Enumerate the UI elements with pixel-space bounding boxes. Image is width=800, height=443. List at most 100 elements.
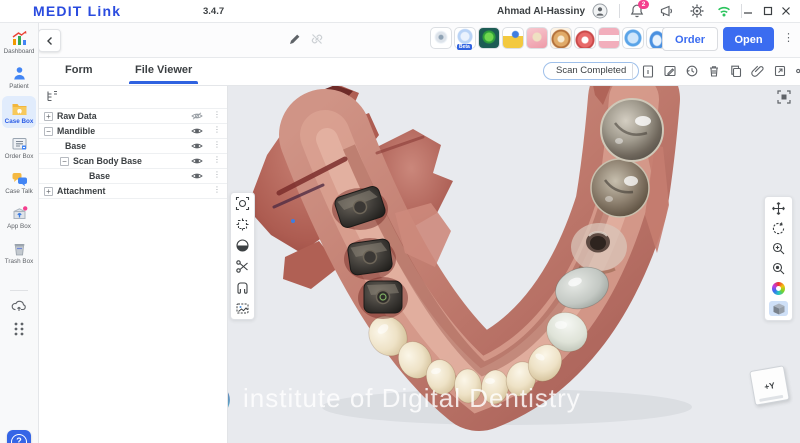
visibility-on-icon[interactable] (191, 172, 203, 180)
tree-item-mandible[interactable]: − Mandible ⋮ (38, 124, 227, 139)
visibility-on-icon[interactable] (191, 127, 203, 135)
lab-tools-app-icon[interactable] (502, 27, 524, 49)
sidebar-item-order-box[interactable]: Order Box (2, 131, 36, 163)
share-icon[interactable] (795, 64, 800, 78)
sidebar-item-dashboard[interactable]: Dashboard (2, 26, 36, 58)
notifications-bell-icon[interactable]: 2 (629, 0, 649, 19)
user-name: Ahmad Al-Hassiny (497, 6, 585, 17)
ortho-app-icon[interactable] (598, 27, 620, 49)
rotate-orbit-icon[interactable] (769, 221, 788, 236)
mandible-scan-model[interactable] (227, 85, 800, 443)
more-options-icon[interactable]: ⋮ (213, 125, 221, 134)
measure-caliper-icon[interactable] (233, 280, 252, 295)
toolbar-more-options-icon[interactable]: ⋮ (783, 31, 794, 44)
visibility-on-icon[interactable] (191, 142, 203, 150)
expand-toggle[interactable]: + (44, 111, 53, 121)
close-button[interactable] (780, 5, 796, 21)
more-options-icon[interactable]: ⋮ (213, 140, 221, 149)
trim-scissors-icon[interactable] (233, 259, 252, 274)
collapse-toggle[interactable]: − (44, 126, 53, 136)
expand-toggle[interactable]: + (44, 186, 53, 196)
duplicate-copy-icon[interactable] (729, 64, 743, 78)
tree-rows: + Raw Data ⋮ − Mandible ⋮ Base ⋮ − Scan … (38, 108, 227, 199)
tab-form[interactable]: Form (65, 57, 93, 84)
order-box-icon (12, 137, 26, 149)
edit-pencil-icon[interactable] (288, 32, 302, 46)
question-mark-icon: ? (11, 434, 27, 443)
denture-app-icon[interactable] (550, 27, 572, 49)
patient-icon (13, 66, 25, 79)
scan-data-tree-panel: + Raw Data ⋮ − Mandible ⋮ Base ⋮ − Scan … (38, 85, 228, 443)
tree-item-attachment[interactable]: + Attachment ⋮ (38, 184, 227, 199)
case-info-icon[interactable] (641, 64, 655, 78)
announcements-icon[interactable] (659, 3, 675, 19)
tab-file-viewer[interactable]: File Viewer (128, 57, 199, 84)
smile-design-app-icon[interactable] (622, 27, 644, 49)
crown-design-beta-app-icon[interactable]: Beta (454, 27, 476, 50)
sidebar-item-patient[interactable]: Patient (2, 61, 36, 93)
sidebar-item-label: Dashboard (3, 47, 35, 55)
more-options-icon[interactable]: ⋮ (213, 110, 221, 119)
gingiva-app-icon[interactable] (574, 27, 596, 49)
tree-item-raw-data[interactable]: + Raw Data ⋮ (38, 109, 227, 124)
tree-item-label: Raw Data (57, 111, 97, 121)
minimize-button[interactable] (742, 5, 758, 21)
case-box-icon (12, 103, 26, 115)
back-button[interactable] (38, 29, 61, 52)
divider (632, 64, 633, 78)
texture-image-icon[interactable] (233, 301, 252, 316)
network-wifi-icon[interactable] (716, 3, 732, 19)
cloud-sync-icon[interactable] (11, 298, 27, 314)
export-icon[interactable] (773, 64, 787, 78)
sidebar-item-app-box[interactable]: App Box (2, 201, 36, 233)
model-viewer-3d[interactable]: +Y (227, 85, 800, 443)
divider (619, 4, 620, 18)
collapse-toggle[interactable]: − (60, 156, 69, 166)
pan-move-icon[interactable] (769, 201, 788, 216)
user-avatar-icon[interactable] (592, 3, 608, 19)
view-mode-cube-icon[interactable] (769, 301, 788, 316)
visibility-off-icon[interactable] (191, 112, 203, 120)
sidebar-item-label: App Box (7, 222, 31, 230)
color-texture-toggle-icon[interactable] (769, 281, 788, 296)
title-bar: MEDIT Link 3.4.7 Ahmad Al-Hassiny 2 (0, 0, 800, 23)
fullscreen-icon[interactable] (776, 89, 792, 105)
visibility-on-icon[interactable] (191, 157, 203, 165)
more-options-icon[interactable]: ⋮ (213, 185, 221, 194)
case-action-icons (632, 64, 800, 78)
attachment-paperclip-icon[interactable] (751, 64, 765, 78)
model-base-app-icon[interactable] (526, 27, 548, 49)
open-button[interactable]: Open (723, 27, 774, 51)
tree-item-scan-body-base[interactable]: − Scan Body Base ⋮ (38, 154, 227, 169)
tree-item-label: Scan Body Base (73, 156, 142, 166)
sidebar-divider (10, 290, 28, 291)
sidebar-item-case-talk[interactable]: Case Talk (2, 166, 36, 198)
apps-grid-icon[interactable] (11, 320, 27, 336)
occlusion-hemisphere-icon[interactable] (233, 238, 252, 253)
memo-icon[interactable] (663, 64, 677, 78)
tree-item-label: Base (65, 141, 87, 151)
app-logo: MEDIT Link (33, 3, 122, 19)
sidebar-item-case-box[interactable]: Case Box (2, 96, 36, 128)
sidebar-item-trash-box[interactable]: Trash Box (2, 236, 36, 268)
help-button[interactable]: ? (7, 430, 31, 443)
maximize-button[interactable] (762, 5, 778, 21)
focus-model-icon[interactable] (233, 196, 252, 211)
tree-item-base-child[interactable]: Base ⋮ (38, 169, 227, 184)
trash-box-icon (14, 243, 24, 255)
zoom-in-icon[interactable] (769, 241, 788, 256)
more-options-icon[interactable]: ⋮ (213, 170, 221, 179)
zoom-fit-icon[interactable] (769, 261, 788, 276)
order-button[interactable]: Order (662, 27, 718, 51)
history-icon[interactable] (685, 64, 699, 78)
settings-gear-icon[interactable] (689, 3, 705, 19)
tree-structure-icon[interactable] (46, 90, 58, 102)
more-options-icon[interactable]: ⋮ (213, 155, 221, 164)
scan-app-icon[interactable] (430, 27, 452, 49)
model-viewer-app-icon[interactable] (478, 27, 500, 49)
transform-select-icon[interactable] (233, 217, 252, 232)
sidebar-item-label: Case Talk (5, 187, 33, 195)
tree-item-base[interactable]: Base ⋮ (38, 139, 227, 154)
delete-trash-icon[interactable] (707, 64, 721, 78)
orientation-axis-cube[interactable]: +Y (749, 365, 790, 406)
